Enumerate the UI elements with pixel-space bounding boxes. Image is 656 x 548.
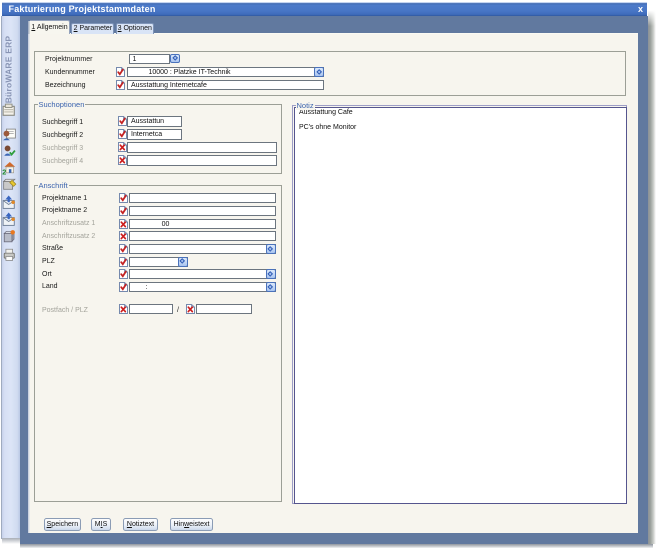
svg-text:2: 2 [2,167,6,174]
